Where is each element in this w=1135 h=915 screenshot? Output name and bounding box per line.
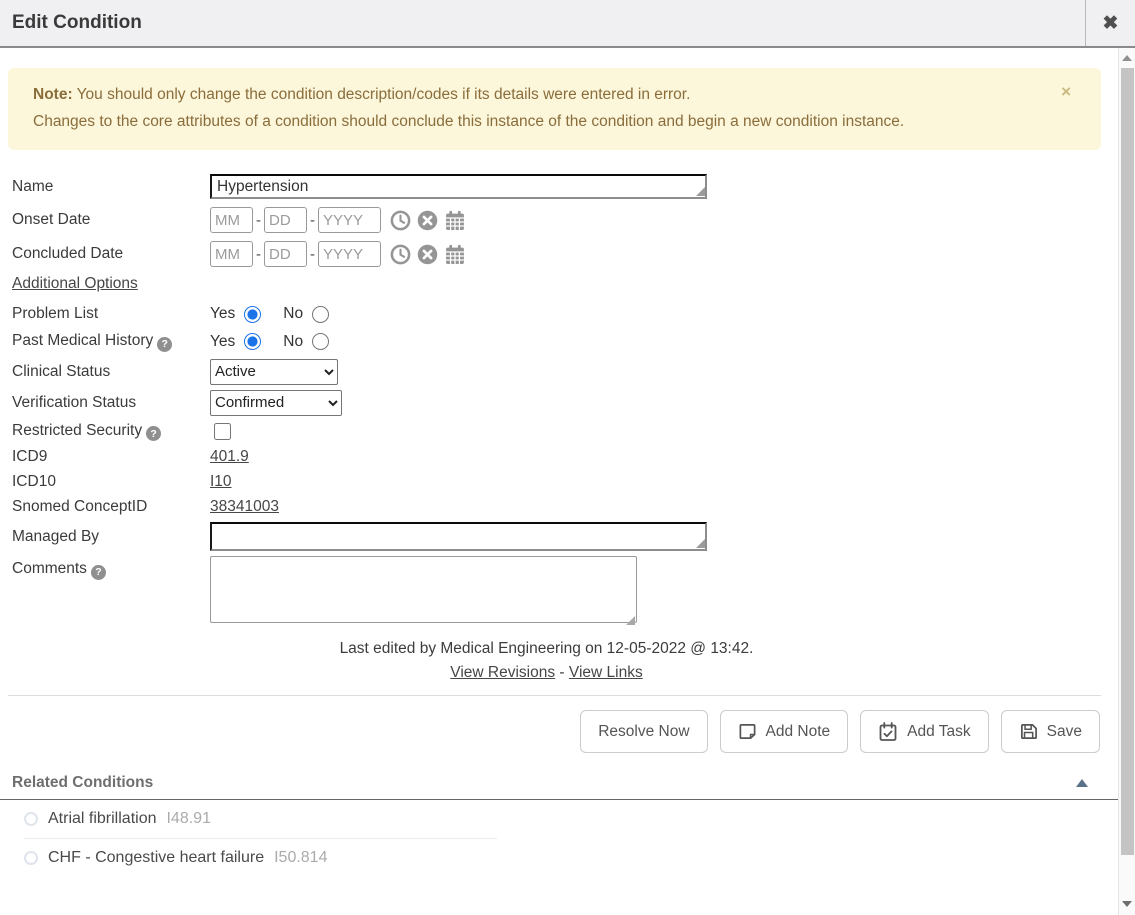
related-condition-code: I48.91 bbox=[166, 810, 210, 828]
dialog-header: Edit Condition ✖ bbox=[0, 0, 1135, 48]
related-condition-row[interactable]: Atrial fibrillation I48.91 bbox=[0, 800, 1118, 838]
pmh-no-radio[interactable] bbox=[312, 333, 329, 350]
comments-textarea[interactable] bbox=[210, 556, 637, 623]
dismiss-icon: × bbox=[1061, 82, 1071, 101]
comments-label-text: Comments bbox=[12, 560, 87, 577]
name-label: Name bbox=[12, 178, 210, 196]
comments-help-icon[interactable]: ? bbox=[91, 565, 106, 580]
onset-time-icon[interactable] bbox=[390, 210, 411, 231]
restricted-security-label: Restricted Security? bbox=[12, 422, 210, 442]
note-label: Note: bbox=[33, 86, 73, 103]
concluded-month-input[interactable] bbox=[210, 241, 253, 267]
problem-list-no-label: No bbox=[283, 305, 303, 323]
onset-year-input[interactable] bbox=[318, 207, 381, 233]
onset-calendar-icon[interactable] bbox=[444, 210, 466, 231]
date-separator: - bbox=[256, 246, 261, 263]
icd10-link[interactable]: I10 bbox=[210, 473, 232, 491]
page-title: Edit Condition bbox=[0, 0, 1085, 46]
icd10-label: ICD10 bbox=[12, 473, 210, 491]
managed-by-input[interactable] bbox=[210, 522, 707, 551]
comments-label: Comments? bbox=[12, 560, 210, 580]
last-edited-text: Last edited by Medical Engineering on 12… bbox=[0, 640, 1093, 658]
pmh-yes-label: Yes bbox=[210, 333, 235, 351]
calendar-check-icon bbox=[878, 722, 898, 742]
scroll-up-arrow-icon[interactable] bbox=[1122, 55, 1132, 61]
concluded-day-input[interactable] bbox=[264, 241, 307, 267]
date-separator: - bbox=[256, 212, 261, 229]
past-medical-history-help-icon[interactable]: ? bbox=[157, 337, 172, 352]
concluded-year-input[interactable] bbox=[318, 241, 381, 267]
managed-by-label: Managed By bbox=[12, 528, 210, 546]
verification-status-select[interactable]: Confirmed bbox=[210, 390, 342, 416]
concluded-time-icon[interactable] bbox=[390, 244, 411, 265]
snomed-label: Snomed ConceptID bbox=[12, 498, 210, 516]
restricted-security-label-text: Restricted Security bbox=[12, 422, 142, 439]
restricted-security-checkbox[interactable] bbox=[214, 423, 231, 440]
action-button-row: Resolve Now Add Note Add Task Save bbox=[0, 710, 1100, 753]
add-task-button[interactable]: Add Task bbox=[860, 710, 988, 753]
note-icon bbox=[738, 722, 757, 741]
save-label: Save bbox=[1047, 723, 1082, 741]
past-medical-history-label: Past Medical History? bbox=[12, 332, 210, 352]
date-separator: - bbox=[310, 212, 315, 229]
add-note-button[interactable]: Add Note bbox=[720, 710, 849, 753]
related-condition-row[interactable]: CHF - Congestive heart failure I50.814 bbox=[0, 839, 1118, 877]
past-medical-history-label-text: Past Medical History bbox=[12, 332, 153, 349]
related-condition-radio[interactable] bbox=[24, 851, 38, 865]
related-condition-name: Atrial fibrillation bbox=[48, 810, 156, 828]
snomed-link[interactable]: 38341003 bbox=[210, 498, 279, 516]
vertical-scrollbar bbox=[1118, 48, 1135, 915]
onset-day-input[interactable] bbox=[264, 207, 307, 233]
problem-list-label: Problem List bbox=[12, 305, 210, 323]
scrollbar-thumb[interactable] bbox=[1121, 68, 1134, 855]
concluded-clear-icon[interactable] bbox=[417, 244, 438, 265]
problem-list-yes-radio[interactable] bbox=[244, 306, 261, 323]
close-icon: ✖ bbox=[1103, 12, 1119, 35]
edit-condition-form: Name Onset Date - - bbox=[12, 174, 1118, 628]
pmh-yes-radio[interactable] bbox=[244, 333, 261, 350]
problem-list-no-radio[interactable] bbox=[312, 306, 329, 323]
view-revisions-link[interactable]: View Revisions bbox=[450, 664, 555, 681]
icd9-link[interactable]: 401.9 bbox=[210, 448, 249, 466]
restricted-security-help-icon[interactable]: ? bbox=[146, 426, 161, 441]
onset-date-label: Onset Date bbox=[12, 211, 210, 229]
view-links-link[interactable]: View Links bbox=[569, 664, 643, 681]
icd9-label: ICD9 bbox=[12, 448, 210, 466]
note-dismiss-button[interactable]: × bbox=[1061, 78, 1071, 105]
pmh-no-label: No bbox=[283, 333, 303, 351]
add-note-label: Add Note bbox=[766, 723, 831, 741]
note-text-1: You should only change the condition des… bbox=[77, 86, 691, 103]
additional-options-link[interactable]: Additional Options bbox=[12, 275, 138, 293]
resolve-now-label: Resolve Now bbox=[598, 723, 689, 741]
problem-list-yes-label: Yes bbox=[210, 305, 235, 323]
related-condition-code: I50.814 bbox=[274, 849, 327, 867]
scroll-down-arrow-icon[interactable] bbox=[1122, 901, 1132, 907]
clinical-status-label: Clinical Status bbox=[12, 363, 210, 381]
name-input[interactable] bbox=[210, 174, 707, 199]
related-condition-radio[interactable] bbox=[24, 812, 38, 826]
caret-up-icon[interactable] bbox=[1076, 779, 1088, 787]
clinical-status-select[interactable]: Active bbox=[210, 359, 338, 385]
onset-clear-icon[interactable] bbox=[417, 210, 438, 231]
related-conditions-title: Related Conditions bbox=[12, 774, 153, 792]
date-separator: - bbox=[310, 246, 315, 263]
related-conditions-section: Related Conditions Atrial fibrillation I… bbox=[0, 774, 1118, 877]
note-text-2: Changes to the core attributes of a cond… bbox=[33, 113, 904, 130]
verification-status-label: Verification Status bbox=[12, 394, 210, 412]
close-button[interactable]: ✖ bbox=[1085, 0, 1135, 46]
onset-month-input[interactable] bbox=[210, 207, 253, 233]
footer-divider bbox=[8, 695, 1101, 696]
add-task-label: Add Task bbox=[907, 723, 970, 741]
links-separator: - bbox=[559, 664, 564, 681]
concluded-calendar-icon[interactable] bbox=[444, 244, 466, 265]
note-banner: Note: You should only change the conditi… bbox=[8, 68, 1101, 150]
resolve-now-button[interactable]: Resolve Now bbox=[580, 710, 707, 753]
concluded-date-label: Concluded Date bbox=[12, 245, 210, 263]
floppy-disk-icon bbox=[1019, 722, 1038, 741]
save-button[interactable]: Save bbox=[1001, 710, 1100, 753]
related-condition-name: CHF - Congestive heart failure bbox=[48, 849, 264, 867]
